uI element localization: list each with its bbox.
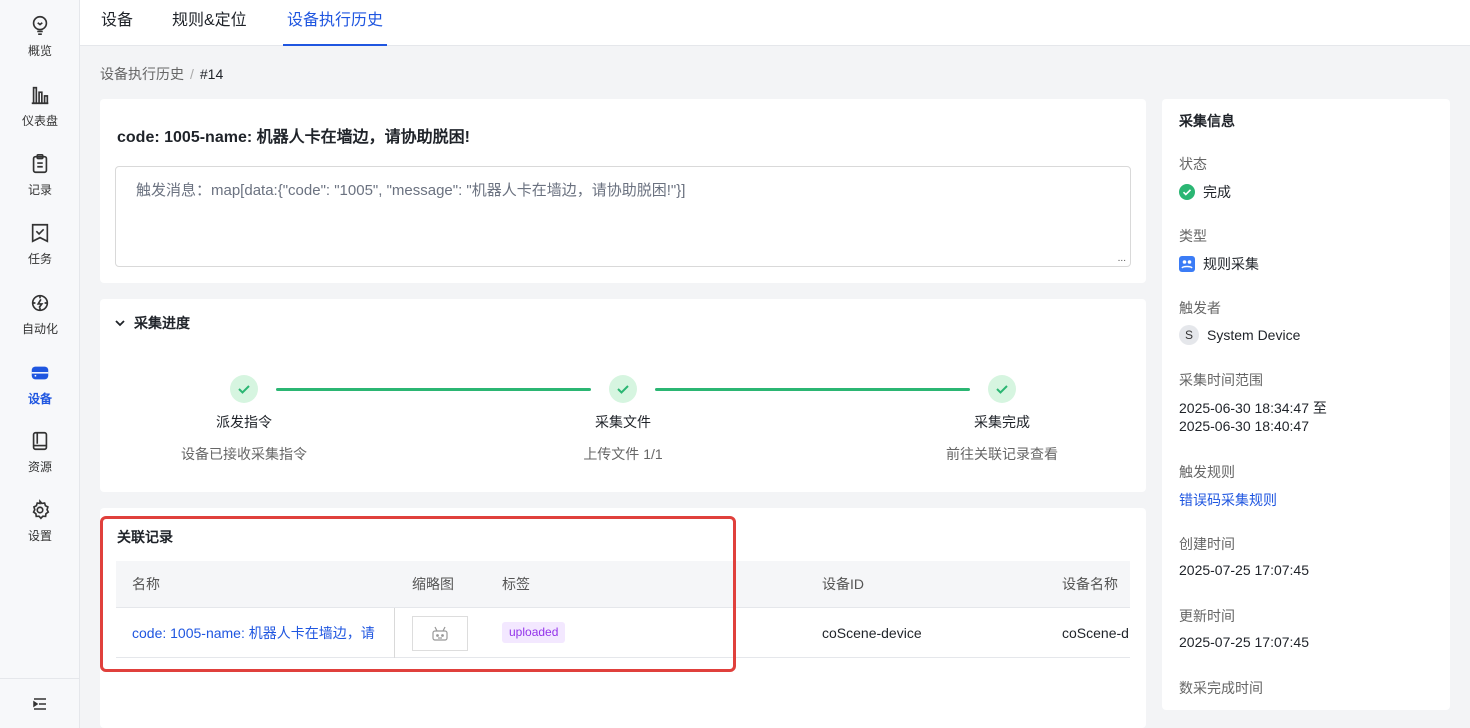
tab-rules-location[interactable]: 规则&定位 bbox=[172, 0, 247, 46]
clipboard-icon bbox=[29, 153, 51, 175]
sidebar-item-resources[interactable]: 资源 bbox=[0, 430, 80, 490]
step-description: 设备已接收采集指令 bbox=[144, 444, 344, 464]
bar-chart-icon bbox=[29, 84, 51, 106]
chevron-down-icon bbox=[114, 317, 126, 329]
time-range-end: 2025-06-30 18:40:47 bbox=[1179, 418, 1309, 434]
time-range-start: 2025-06-30 18:34:47 至 bbox=[1179, 398, 1327, 418]
sidebar-item-tasks[interactable]: 任务 bbox=[0, 222, 80, 282]
status-value: 完成 bbox=[1179, 182, 1231, 202]
step-title: 派发指令 bbox=[144, 412, 344, 432]
gear-icon bbox=[29, 499, 51, 521]
sidebar-item-label: 设置 bbox=[28, 527, 52, 544]
sidebar-item-label: 资源 bbox=[28, 458, 52, 475]
column-header-thumbnail: 缩略图 bbox=[412, 561, 454, 608]
info-title: 采集信息 bbox=[1179, 111, 1235, 131]
trigger-label: 触发者 bbox=[1179, 298, 1221, 318]
tab-device-history[interactable]: 设备执行历史 bbox=[283, 0, 387, 46]
column-header-device-id: 设备ID bbox=[822, 561, 864, 608]
tab-devices[interactable]: 设备 bbox=[101, 0, 133, 46]
trigger-value: S System Device bbox=[1179, 325, 1300, 345]
sidebar-item-automation[interactable]: 自动化 bbox=[0, 292, 80, 352]
progress-card: 采集进度 派发指令 设备已接收采集指令 采集文件 上传文件 1/1 采集完成 前… bbox=[100, 299, 1146, 492]
type-label: 类型 bbox=[1179, 226, 1207, 246]
sidebar-item-label: 仪表盘 bbox=[22, 112, 58, 129]
device-icon bbox=[29, 362, 51, 384]
sidebar-item-label: 概览 bbox=[28, 42, 52, 59]
message-content-box[interactable]: 触发消息：map[data:{"code": "1005", "message"… bbox=[115, 166, 1131, 267]
breadcrumb-parent[interactable]: 设备执行历史 bbox=[100, 66, 184, 82]
table-header: 名称 缩略图 标签 设备ID 设备名称 bbox=[116, 561, 1130, 608]
status-badge: uploaded bbox=[502, 622, 565, 643]
step-title: 采集文件 bbox=[523, 412, 723, 432]
robot-icon bbox=[430, 625, 450, 643]
status-text: 完成 bbox=[1203, 182, 1231, 202]
record-device-id: coScene-device bbox=[822, 608, 922, 658]
sidebar-item-settings[interactable]: 设置 bbox=[0, 499, 80, 559]
progress-step: 派发指令 设备已接收采集指令 bbox=[144, 375, 344, 464]
breadcrumb-current: #14 bbox=[200, 66, 223, 82]
lightbulb-icon bbox=[29, 14, 51, 36]
step-done-icon bbox=[609, 375, 637, 403]
record-device-name: coScene-d bbox=[1062, 608, 1130, 658]
sidebar-item-label: 设备 bbox=[28, 390, 52, 407]
table-row[interactable]: code: 1005-name: 机器人卡在墙边，请 uploaded coSc… bbox=[116, 608, 1130, 658]
sidebar-item-label: 记录 bbox=[28, 181, 52, 198]
step-description[interactable]: 前往关联记录查看 bbox=[902, 444, 1102, 464]
finish-time-label: 数采完成时间 bbox=[1179, 678, 1263, 698]
column-header-tags: 标签 bbox=[502, 561, 530, 608]
check-circle-icon bbox=[1179, 184, 1195, 200]
column-header-device-name: 设备名称 bbox=[1062, 561, 1118, 608]
related-records-title: 关联记录 bbox=[117, 527, 173, 547]
type-value: 规则采集 bbox=[1179, 254, 1259, 274]
trigger-rule-link[interactable]: 错误码采集规则 bbox=[1179, 490, 1277, 510]
status-label: 状态 bbox=[1179, 154, 1207, 174]
column-header-name[interactable]: 名称 bbox=[132, 561, 160, 608]
record-name-link[interactable]: code: 1005-name: 机器人卡在墙边，请 bbox=[132, 608, 382, 658]
step-done-icon bbox=[988, 375, 1016, 403]
message-content: 触发消息：map[data:{"code": "1005", "message"… bbox=[136, 182, 685, 199]
breadcrumb-separator: / bbox=[190, 66, 194, 82]
progress-header[interactable]: 采集进度 bbox=[114, 313, 190, 333]
sidebar-item-dashboard[interactable]: 仪表盘 bbox=[0, 84, 80, 144]
type-text: 规则采集 bbox=[1203, 254, 1259, 274]
sidebar-item-records[interactable]: 记录 bbox=[0, 153, 80, 213]
sidebar-item-overview[interactable]: 概览 bbox=[0, 14, 80, 74]
time-range-label: 采集时间范围 bbox=[1179, 370, 1263, 390]
sidebar-item-devices[interactable]: 设备 bbox=[0, 362, 80, 422]
updated-time-value: 2025-07-25 17:07:45 bbox=[1179, 634, 1309, 650]
book-icon bbox=[29, 430, 51, 452]
record-thumbnail[interactable] bbox=[412, 616, 468, 651]
column-divider bbox=[394, 608, 395, 658]
task-icon bbox=[29, 222, 51, 244]
automation-icon bbox=[29, 292, 51, 314]
related-records-card: 关联记录 名称 缩略图 标签 设备ID 设备名称 code: 1005-name… bbox=[100, 508, 1146, 728]
sidebar: 概览 仪表盘 记录 任务 自动化 设备 资源 设置 bbox=[0, 0, 80, 728]
rule-collection-icon bbox=[1179, 256, 1195, 272]
breadcrumb: 设备执行历史 / #14 bbox=[100, 64, 223, 84]
avatar: S bbox=[1179, 325, 1199, 345]
step-done-icon bbox=[230, 375, 258, 403]
progress-title: 采集进度 bbox=[134, 313, 190, 333]
progress-step: 采集文件 上传文件 1/1 bbox=[523, 375, 723, 464]
expand-sidebar-icon bbox=[33, 697, 47, 711]
message-card: code: 1005-name: 机器人卡在墙边，请协助脱困! 触发消息：map… bbox=[100, 99, 1146, 283]
top-tab-bar: 设备 规则&定位 设备执行历史 bbox=[80, 0, 1470, 46]
step-description: 上传文件 1/1 bbox=[523, 444, 723, 464]
sidebar-item-label: 任务 bbox=[28, 250, 52, 267]
updated-time-label: 更新时间 bbox=[1179, 606, 1235, 626]
created-time-label: 创建时间 bbox=[1179, 534, 1235, 554]
created-time-value: 2025-07-25 17:07:45 bbox=[1179, 562, 1309, 578]
sidebar-item-label: 自动化 bbox=[22, 320, 58, 337]
collection-info-panel: 采集信息 状态 完成 类型 规则采集 触发者 S System Device 采… bbox=[1162, 99, 1450, 710]
trigger-rule-label: 触发规则 bbox=[1179, 462, 1235, 482]
resize-handle-icon[interactable]: ... bbox=[1118, 253, 1126, 264]
sidebar-collapse-button[interactable] bbox=[0, 678, 80, 728]
step-title: 采集完成 bbox=[902, 412, 1102, 432]
trigger-text: System Device bbox=[1207, 327, 1300, 343]
progress-step: 采集完成 前往关联记录查看 bbox=[902, 375, 1102, 464]
message-title: code: 1005-name: 机器人卡在墙边，请协助脱困! bbox=[117, 123, 470, 147]
